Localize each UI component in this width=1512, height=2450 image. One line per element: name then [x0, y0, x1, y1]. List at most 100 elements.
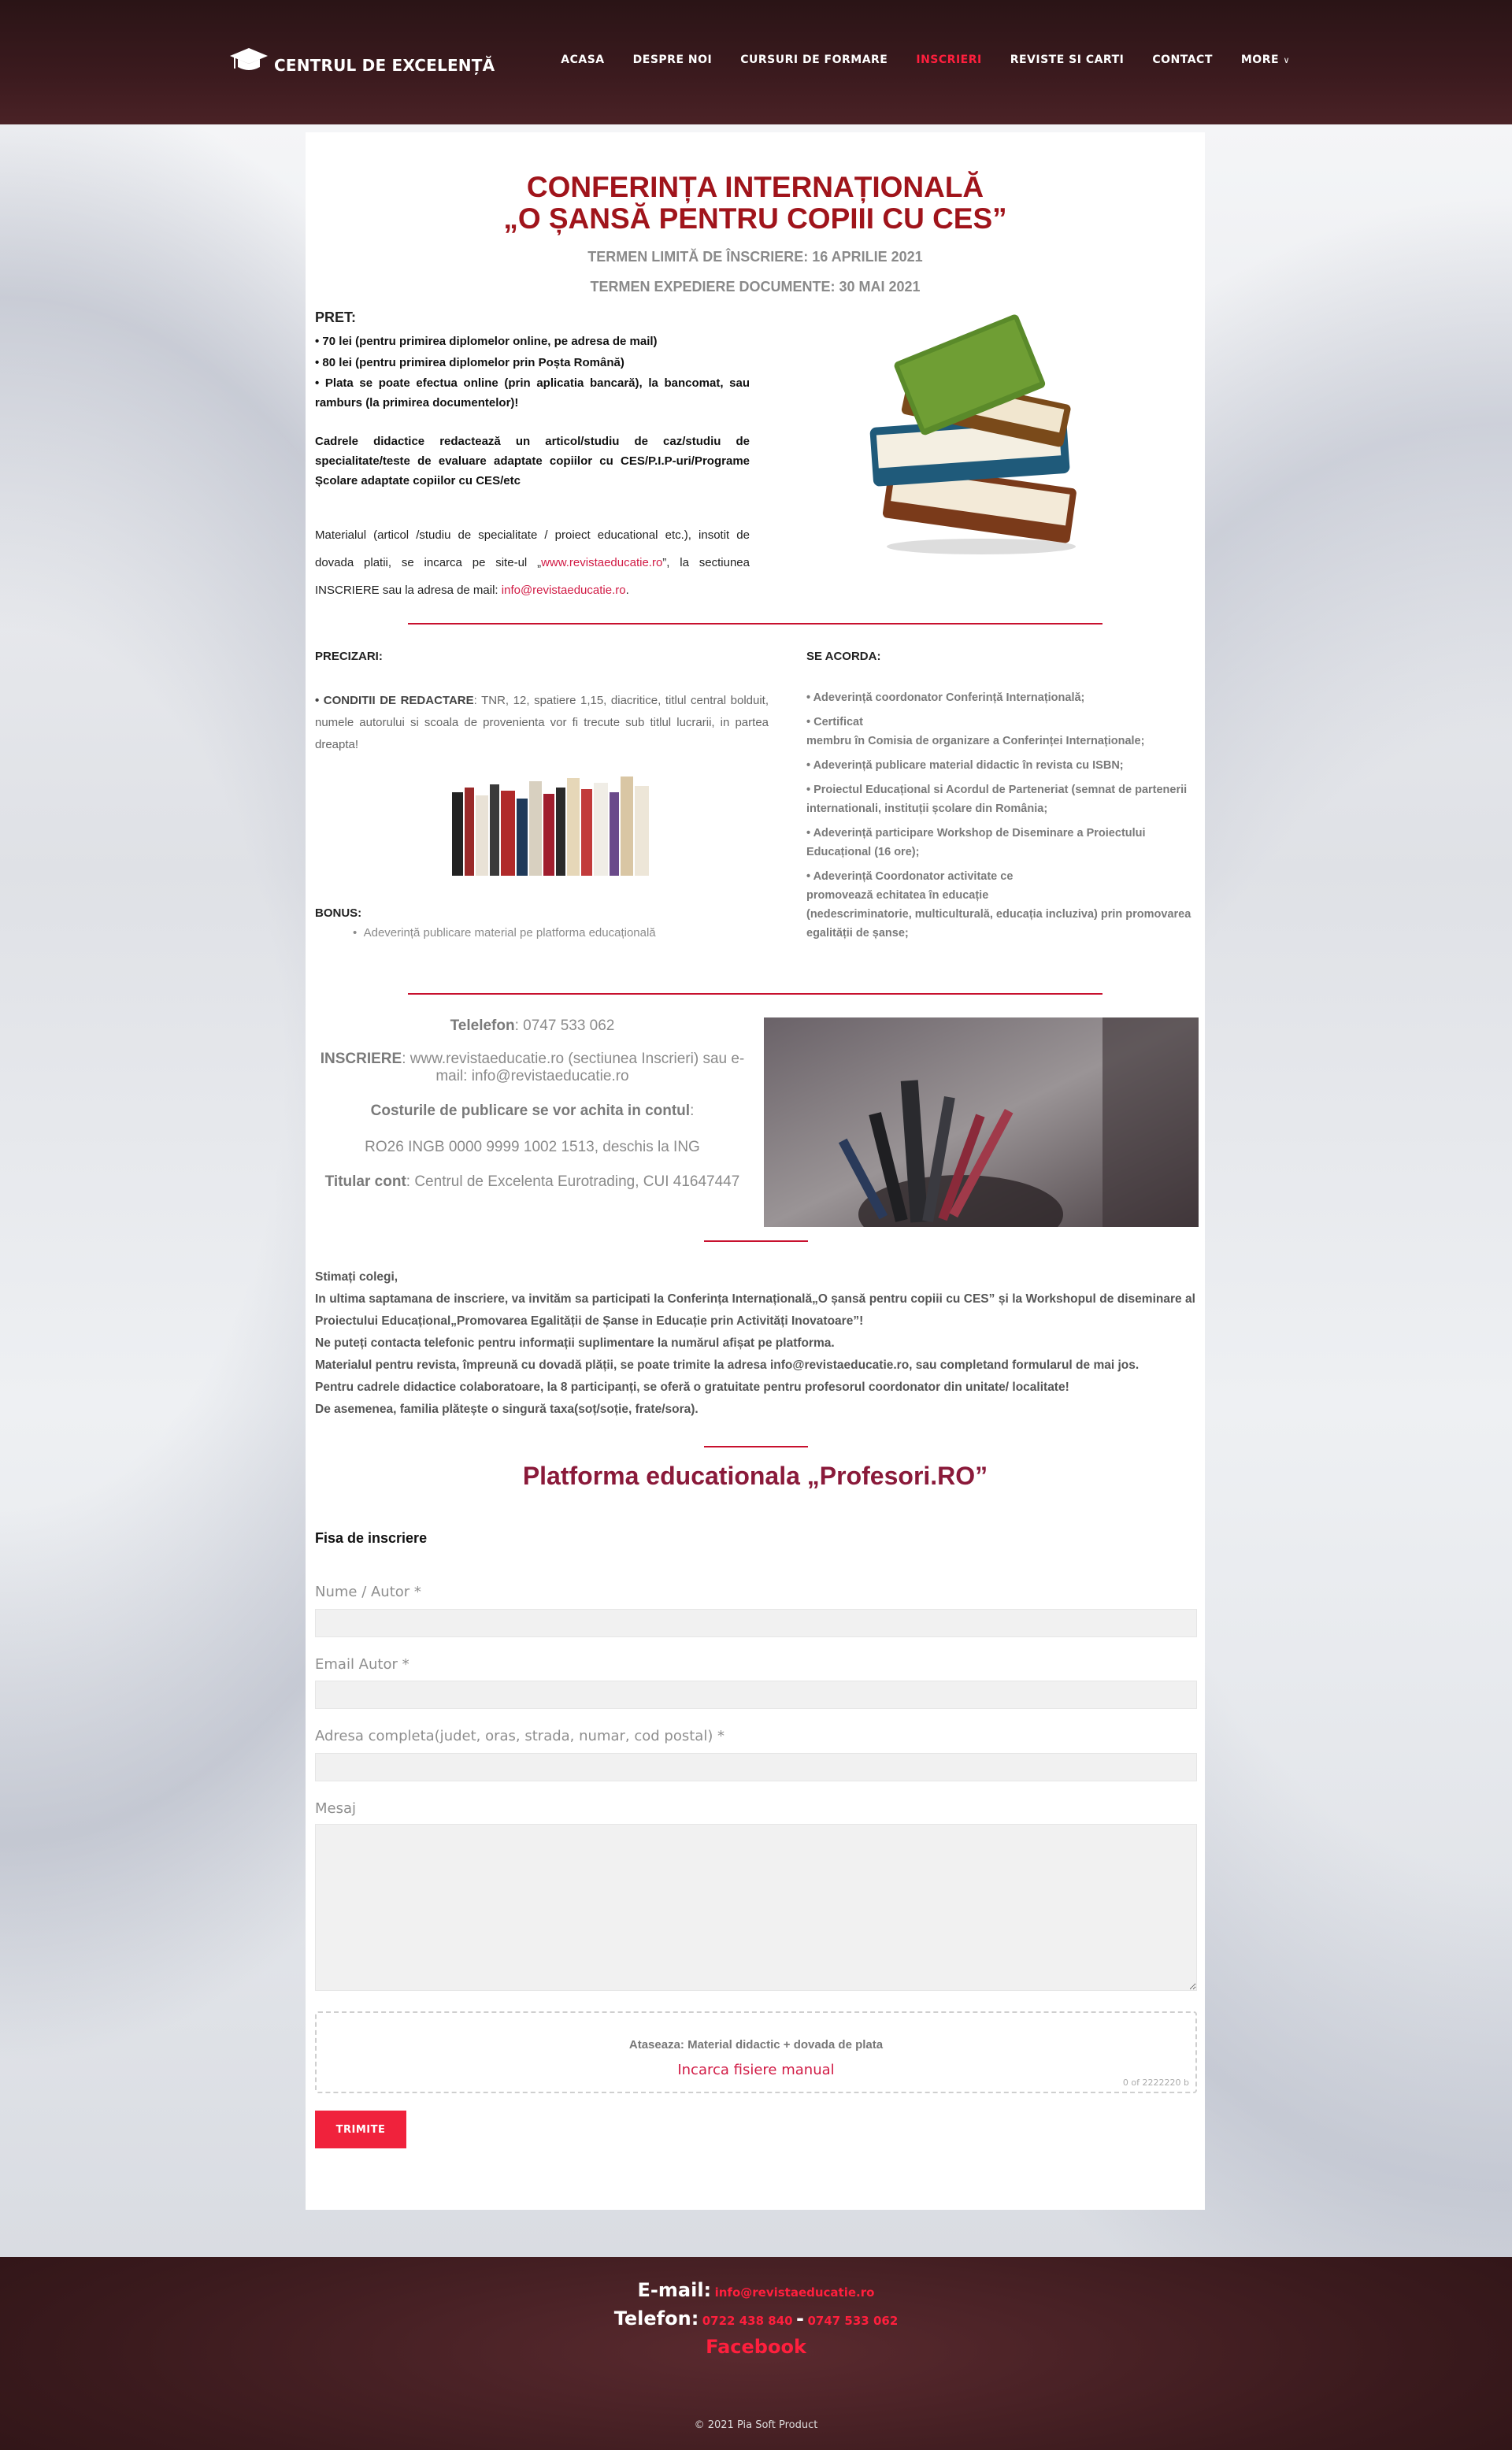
- name-label: Nume / Autor *: [315, 1584, 421, 1600]
- section-divider: [704, 1446, 808, 1447]
- nav-more[interactable]: MORE ∨: [1241, 54, 1290, 66]
- letter-line: Pentru cadrele didactice colaboratoare, …: [315, 1381, 1069, 1394]
- acorda-item: • Proiectul Educațional si Acordul de Pa…: [806, 784, 1188, 815]
- conference-title-line2: „O ȘANSĂ PENTRU COPIII CU CES”: [503, 202, 1007, 235]
- footer-email-link[interactable]: info@revistaeducatie.ro: [715, 2285, 875, 2300]
- email-link[interactable]: info@revistaeducatie.ro: [502, 584, 626, 597]
- acorda-item: • Adeverință participare Workshop de Dis…: [806, 827, 1146, 858]
- nav-reviste[interactable]: REVISTE SI CARTI: [1010, 54, 1125, 66]
- conference-title: CONFERINȚA INTERNAȚIONALĂ „O ȘANSĂ PENTR…: [306, 172, 1205, 235]
- deadline-documents: TERMEN EXPEDIERE DOCUMENTE: 30 MAI 2021: [590, 279, 921, 295]
- deadline-registration: TERMEN LIMITĂ DE ÎNSCRIERE: 16 APRILIE 2…: [587, 249, 923, 265]
- site-header: CENTRUL DE EXCELENȚĂ ACASA DESPRE NOI CU…: [0, 0, 1512, 124]
- phone-number: : 0747 533 062: [514, 1017, 615, 1034]
- iban-line: RO26 INGB 0000 9999 1002 1513, deschis l…: [365, 1139, 700, 1155]
- footer-phone-2[interactable]: 0747 533 062: [807, 2314, 898, 2328]
- pret-title: PRET:: [315, 309, 357, 325]
- site-logo[interactable]: CENTRUL DE EXCELENȚĂ: [228, 41, 495, 80]
- letter-line: Ne puteți contacta telefonic pentru info…: [315, 1336, 835, 1350]
- platform-title: Platforma educationala „Profesori.RO”: [522, 1462, 988, 1490]
- inscriere-text: : www.revistaeducatie.ro (sectiunea Insc…: [402, 1051, 745, 1084]
- footer-facebook-line: Facebook: [0, 2336, 1512, 2358]
- bonus-item-text: Adeverință publicare material pe platfor…: [363, 926, 656, 940]
- form-title: Fisa de inscriere: [315, 1530, 428, 1546]
- letter-line: Stimați colegi,: [315, 1270, 398, 1284]
- pret-list: • 70 lei (pentru primirea diplomelor onl…: [315, 331, 750, 413]
- nav-despre-noi[interactable]: DESPRE NOI: [633, 54, 713, 66]
- precizari-title: PRECIZARI:: [315, 650, 383, 663]
- section-divider: [408, 993, 1102, 995]
- footer-copyright-line: © 2021 Pia Soft Product: [0, 2418, 1512, 2432]
- footer-email-line: E-mail: info@revistaeducatie.ro: [0, 2279, 1512, 2301]
- email-label: Email Autor *: [315, 1656, 410, 1673]
- letter-line: De asemenea, familia plătește o singură …: [315, 1403, 699, 1416]
- footer-phone-line: Telefon: 0722 438 840 - 0747 533 062: [0, 2307, 1512, 2330]
- chevron-down-icon: ∨: [1283, 55, 1290, 65]
- content-panel: CONFERINȚA INTERNAȚIONALĂ „O ȘANSĂ PENTR…: [306, 132, 1205, 2210]
- precizari-text: • CONDITII DE REDACTARE: TNR, 12, spatie…: [315, 690, 769, 756]
- invitation-letter: Stimați colegi, In ultima saptamana de i…: [315, 1266, 1195, 1421]
- footer-phone-dash: -: [796, 2307, 804, 2330]
- books-shelf-image: [450, 772, 652, 877]
- facebook-link[interactable]: Facebook: [706, 2336, 806, 2358]
- cadre-didactice-text: Cadrele didactice redactează un articol/…: [315, 435, 750, 487]
- pret-item: • Plata se poate efectua online (prin ap…: [315, 376, 750, 410]
- letter-line: Materialul pentru revista, împreună cu d…: [315, 1358, 1140, 1372]
- copyright: © 2021 Pia Soft Product: [694, 2419, 818, 2431]
- acorda-item: • Adeverință coordonator Conferință Inte…: [806, 691, 1085, 704]
- phone-label: Telelefon: [450, 1017, 515, 1034]
- inscriere-label: INSCRIERE: [320, 1051, 402, 1067]
- message-label: Mesaj: [315, 1800, 357, 1817]
- costuri-text: Costurile de publicare se vor achita in …: [370, 1103, 691, 1119]
- submit-button[interactable]: TRIMITE: [315, 2111, 406, 2148]
- acorda-item: • Certificat membru în Comisia de organi…: [806, 716, 1145, 747]
- bonus-item: • Adeverință publicare material pe platf…: [353, 926, 656, 940]
- name-input[interactable]: [315, 1609, 1197, 1637]
- precizari-bold: • CONDITII DE REDACTARE: [315, 694, 474, 707]
- nav-contact[interactable]: CONTACT: [1152, 54, 1213, 66]
- main-nav: ACASA DESPRE NOI CURSURI DE FORMARE INSC…: [561, 54, 1290, 66]
- pret-item: • 70 lei (pentru primirea diplomelor onl…: [315, 335, 658, 348]
- message-textarea[interactable]: [315, 1824, 1197, 1991]
- titular-label: Titular cont: [324, 1173, 406, 1190]
- section-divider: [704, 1240, 808, 1242]
- footer-email-label: E-mail:: [637, 2279, 712, 2301]
- upload-count: 0 of 2222220 b: [1122, 2077, 1189, 2088]
- titular-line: Titular cont: Centrul de Excelenta Eurot…: [306, 1173, 759, 1191]
- site-link[interactable]: www.revistaeducatie.ro: [541, 556, 662, 569]
- nav-more-label: MORE: [1240, 54, 1280, 66]
- letter-line: In ultima saptamana de inscriere, va inv…: [315, 1292, 1195, 1328]
- footer-phone-label: Telefon:: [613, 2307, 699, 2330]
- logo-text: CENTRUL DE EXCELENȚĂ: [274, 56, 495, 75]
- phone-line: Telelefon: 0747 533 062: [306, 1017, 759, 1035]
- nav-cursuri[interactable]: CURSURI DE FORMARE: [740, 54, 888, 66]
- graduation-cap-icon: [228, 45, 269, 76]
- email-input[interactable]: [315, 1681, 1197, 1709]
- costuri-end: :: [690, 1103, 695, 1119]
- acorda-item: • Adeverință publicare material didactic…: [806, 759, 1124, 772]
- material-text-end: .: [625, 584, 629, 597]
- se-acorda-title: SE ACORDA:: [806, 650, 881, 663]
- address-label: Adresa completa(judet, oras, strada, num…: [315, 1728, 725, 1744]
- section-divider: [408, 623, 1102, 625]
- bullet: •: [353, 926, 364, 940]
- acorda-item: • Adeverință Coordonator activitate ce p…: [806, 870, 1191, 940]
- nav-acasa[interactable]: ACASA: [561, 54, 604, 66]
- footer-phone-1[interactable]: 0722 438 840: [702, 2314, 793, 2328]
- address-input[interactable]: [315, 1753, 1197, 1781]
- inscriere-line: INSCRIERE: www.revistaeducatie.ro (secti…: [306, 1051, 759, 1085]
- pens-photo: [764, 1017, 1199, 1254]
- titular-text: : Centrul de Excelenta Eurotrading, CUI …: [406, 1173, 740, 1190]
- upload-link[interactable]: Incarca fisiere manual: [317, 2062, 1195, 2078]
- material-text: Materialul (articol /studiu de specialit…: [315, 521, 750, 604]
- bonus-title: BONUS:: [315, 906, 362, 920]
- site-footer: E-mail: info@revistaeducatie.ro Telefon:…: [0, 2257, 1512, 2450]
- books-stack-image: [847, 310, 1099, 562]
- pret-item: • 80 lei (pentru primirea diplomelor pri…: [315, 356, 624, 369]
- conference-title-line1: CONFERINȚA INTERNAȚIONALĂ: [526, 171, 984, 203]
- se-acorda-list: • Adeverință coordonator Conferință Inte…: [806, 688, 1194, 948]
- nav-inscrieri[interactable]: INSCRIERI: [916, 54, 981, 66]
- costuri-line: Costurile de publicare se vor achita in …: [306, 1103, 759, 1120]
- upload-title: Ataseaza: Material didactic + dovada de …: [628, 2038, 884, 2052]
- file-upload-dropzone[interactable]: Ataseaza: Material didactic + dovada de …: [315, 2011, 1197, 2093]
